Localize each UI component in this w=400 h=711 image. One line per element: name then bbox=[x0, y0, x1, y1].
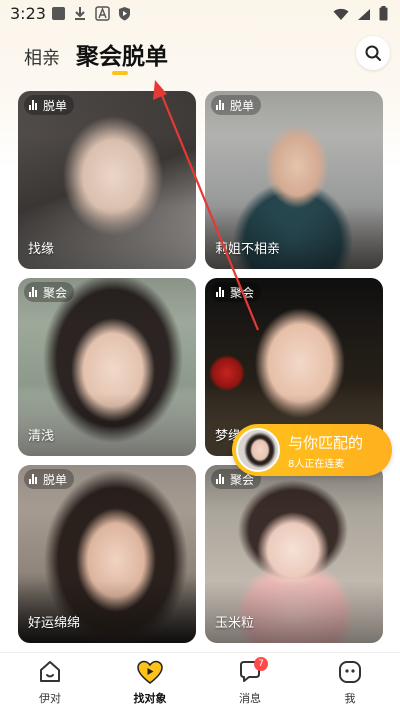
room-type-badge: 脱单 bbox=[24, 95, 75, 115]
room-type-badge: 聚会 bbox=[211, 282, 262, 302]
font-notification-icon bbox=[94, 5, 110, 21]
nav-item-find-partner[interactable]: 找对象 bbox=[110, 659, 190, 706]
room-host-name: 玉米粒 bbox=[215, 616, 255, 631]
match-avatar bbox=[236, 428, 280, 472]
room-card[interactable]: 聚会 玉米粒 bbox=[205, 465, 383, 643]
shield-play-icon bbox=[116, 5, 132, 21]
room-host-name: 清浅 bbox=[28, 429, 55, 444]
status-time: 3:23 bbox=[10, 4, 46, 23]
nav-item-home[interactable]: 伊对 bbox=[10, 659, 90, 706]
nav-item-messages[interactable]: 7 消息 bbox=[210, 657, 290, 706]
tab-matchmaking[interactable]: 相亲 bbox=[24, 44, 60, 70]
live-bars-icon bbox=[29, 287, 39, 297]
room-card[interactable]: 聚会 清浅 bbox=[18, 278, 196, 456]
system-icons bbox=[333, 6, 388, 25]
room-type-badge: 脱单 bbox=[211, 95, 262, 115]
notification-icons bbox=[50, 5, 132, 21]
home-icon bbox=[40, 661, 60, 682]
download-icon bbox=[72, 5, 88, 21]
room-type-badge: 脱单 bbox=[24, 469, 75, 489]
app-notification-icon bbox=[50, 5, 66, 21]
match-subtitle: 8人正在连麦 bbox=[288, 459, 345, 470]
room-host-name: 莉姐不相亲 bbox=[215, 242, 281, 257]
bottom-nav: 伊对 找对象 7 消息 我 bbox=[0, 652, 400, 711]
room-card[interactable]: 脱单 好运绵绵 bbox=[18, 465, 196, 643]
status-bar: 3:23 bbox=[0, 0, 400, 28]
heart-play-icon bbox=[137, 660, 163, 684]
live-bars-icon bbox=[29, 100, 39, 110]
search-icon bbox=[365, 45, 381, 61]
unread-badge: 7 bbox=[254, 657, 268, 671]
live-bars-icon bbox=[216, 100, 226, 110]
search-button[interactable] bbox=[356, 36, 390, 70]
tab-party-dating[interactable]: 聚会脱单 bbox=[76, 37, 168, 71]
match-title: 与你匹配的 bbox=[288, 434, 364, 452]
room-type-badge: 聚会 bbox=[24, 282, 75, 302]
signal-icon bbox=[357, 6, 371, 25]
wifi-icon bbox=[333, 6, 349, 25]
live-bars-icon bbox=[216, 287, 226, 297]
room-card[interactable]: 脱单 莉姐不相亲 bbox=[205, 91, 383, 269]
match-popup[interactable]: 与你匹配的 8人正在连麦 bbox=[232, 424, 392, 476]
active-tab-indicator bbox=[112, 71, 128, 75]
room-card[interactable]: 脱单 找缘 bbox=[18, 91, 196, 269]
room-host-name: 找缘 bbox=[28, 242, 55, 257]
live-bars-icon bbox=[29, 474, 39, 484]
room-host-name: 好运绵绵 bbox=[28, 616, 81, 631]
battery-icon bbox=[379, 6, 388, 25]
profile-icon bbox=[339, 661, 361, 683]
nav-item-me[interactable]: 我 bbox=[310, 659, 390, 706]
live-bars-icon bbox=[216, 474, 226, 484]
